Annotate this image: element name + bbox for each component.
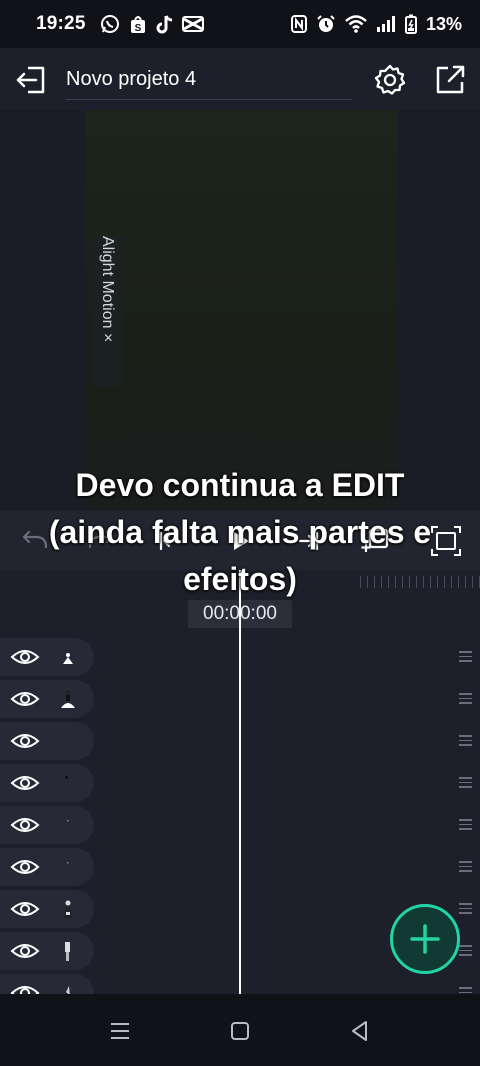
status-app-icons: S (100, 14, 204, 34)
title-underline (66, 99, 352, 100)
eye-visibility-icon[interactable] (10, 855, 40, 879)
eye-visibility-icon[interactable] (10, 687, 40, 711)
layer-drag-handle[interactable] (459, 819, 472, 830)
exit-icon (16, 66, 45, 94)
export-button[interactable] (433, 63, 467, 97)
layer-thumbnail (66, 986, 70, 994)
project-settings-button[interactable] (373, 63, 407, 97)
layer-drag-handle[interactable] (459, 651, 472, 662)
eye-visibility-icon[interactable] (10, 771, 40, 795)
watermark-text: Alight Motion × (99, 236, 116, 343)
layer-header[interactable] (0, 848, 94, 886)
layer-thumbnail (63, 653, 73, 664)
layer-drag-handle[interactable] (459, 693, 472, 704)
eye-visibility-icon[interactable] (10, 981, 40, 994)
eye-visibility-icon[interactable] (10, 939, 40, 963)
eye-visibility-icon[interactable] (10, 897, 40, 921)
gear-icon (374, 64, 406, 95)
layer-header[interactable] (0, 932, 94, 970)
eye-visibility-icon[interactable] (10, 645, 40, 669)
system-nav-bar (0, 994, 480, 1066)
layer-header[interactable] (0, 806, 94, 844)
recent-apps-icon[interactable] (107, 1018, 133, 1044)
wifi-icon (345, 15, 367, 33)
signal-icon (376, 16, 395, 32)
capcut-icon (181, 16, 204, 32)
layer-thumbnail (67, 820, 69, 822)
battery-icon (404, 14, 417, 34)
preview-canvas[interactable] (85, 110, 398, 510)
layer-thumbnail (65, 942, 70, 961)
share-export-icon (436, 65, 465, 94)
battery-percent: 13% (425, 13, 462, 34)
status-bar: 19:25 S 13% (0, 0, 480, 48)
layer-header[interactable] (0, 722, 94, 760)
layer-header[interactable] (0, 680, 94, 718)
whatsapp-icon (100, 15, 119, 33)
layer-header[interactable] (0, 974, 94, 994)
preview-area (0, 110, 480, 510)
status-system-icons: 13% (290, 13, 462, 35)
layer-header[interactable] (0, 764, 94, 802)
exit-project-button[interactable] (14, 63, 48, 97)
layer-drag-handle[interactable] (459, 945, 472, 956)
back-icon[interactable] (347, 1018, 373, 1044)
layer-drag-handle[interactable] (459, 987, 472, 994)
layer-drag-handle[interactable] (459, 777, 472, 788)
layer-header[interactable] (0, 638, 94, 676)
tiktok-icon (156, 15, 172, 34)
home-icon[interactable] (227, 1018, 253, 1044)
shopping-bag-icon: S (130, 16, 145, 34)
layer-thumbnail (67, 862, 69, 864)
svg-text:S: S (134, 23, 141, 34)
layer-thumbnail (65, 776, 68, 779)
nfc-icon (290, 15, 307, 33)
project-header: Novo projeto 4 (0, 48, 480, 110)
project-title[interactable]: Novo projeto 4 (66, 68, 196, 91)
watermark-tag[interactable]: Alight Motion × (92, 236, 122, 386)
layer-thumbnail (61, 690, 75, 708)
eye-visibility-icon[interactable] (10, 813, 40, 837)
alarm-icon (317, 15, 335, 32)
layer-header[interactable] (0, 890, 94, 928)
playhead[interactable] (239, 570, 241, 994)
layer-drag-handle[interactable] (459, 735, 472, 746)
status-time: 19:25 (36, 13, 86, 34)
layer-drag-handle[interactable] (459, 903, 472, 914)
layer-thumbnail (64, 900, 72, 918)
add-layer-button[interactable] (390, 904, 460, 974)
plus-icon (410, 924, 440, 954)
overlay-caption: Devo continua a EDIT (ainda falta mais p… (48, 467, 432, 597)
layer-drag-handle[interactable] (459, 861, 472, 872)
eye-visibility-icon[interactable] (10, 729, 40, 753)
layer-thumbnail (56, 730, 80, 752)
